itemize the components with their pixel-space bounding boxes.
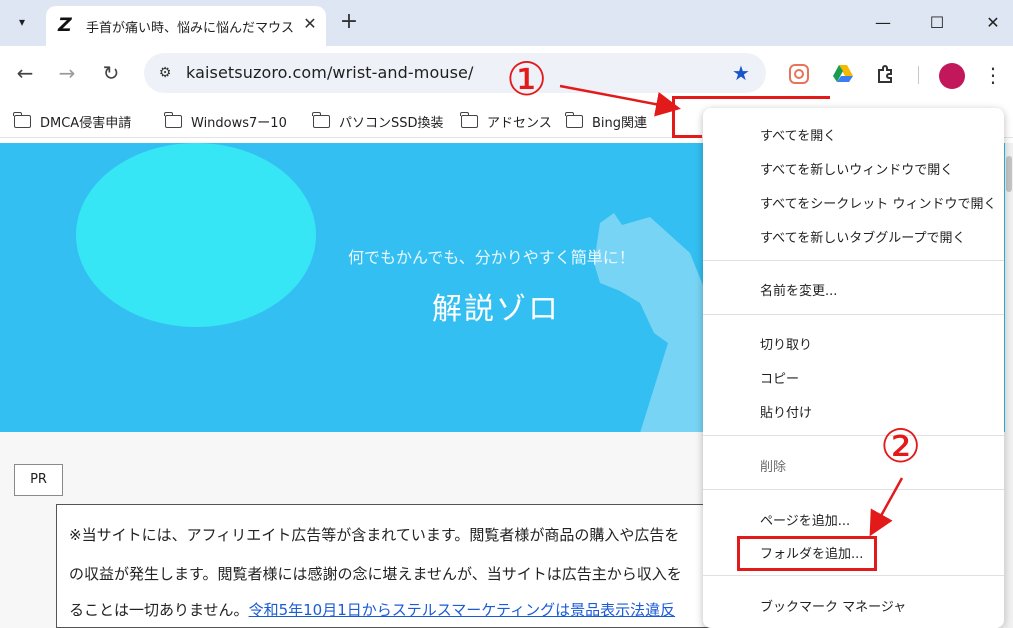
bookmark-label: アドセンス [487, 115, 552, 131]
bookmark-folder-windows[interactable]: Windows7ー10 [164, 110, 287, 132]
minimize-icon[interactable]: — [868, 10, 898, 36]
forward-arrow-icon[interactable]: → [54, 60, 80, 86]
url-text[interactable]: kaisetsuzoro.com/wrist-and-mouse/ [186, 63, 474, 82]
menu-item-open-all-tab-group[interactable]: すべてを新しいタブグループで開く [760, 227, 966, 246]
tune-icon[interactable]: ⚙ [154, 63, 176, 83]
annotation-step-1: ① [506, 52, 548, 106]
bookmark-label: Windows7ー10 [191, 115, 287, 131]
menu-item-cut[interactable]: 切り取り [760, 334, 812, 353]
bookmark-folder-ssd[interactable]: パソコンSSD換装 [312, 110, 444, 132]
menu-item-open-all-incognito[interactable]: すべてをシークレット ウィンドウで開く [760, 193, 996, 212]
decorative-circle [76, 143, 316, 327]
bookmark-label: DMCA侵害申請 [40, 115, 132, 131]
folder-icon [164, 111, 182, 128]
menu-item-paste[interactable]: 貼り付け [760, 402, 812, 421]
affiliate-notice: ※当サイトには、アフィリエイト広告等が含まれています。閲覧者様が商品の購入や広告… [56, 504, 756, 628]
star-icon[interactable]: ★ [728, 60, 754, 86]
tab-active[interactable]: Z 手首が痛い時、悩みに悩んだマウス ✕ [46, 6, 326, 46]
scrollbar-thumb[interactable] [1006, 156, 1012, 192]
back-arrow-icon[interactable]: ← [12, 60, 38, 86]
folder-icon [460, 111, 478, 128]
folder-icon [13, 111, 31, 128]
horse-illustration [594, 213, 720, 432]
menu-separator [703, 260, 1004, 261]
menu-item-open-all[interactable]: すべてを開く [760, 125, 836, 144]
annotation-highlight-box [672, 96, 702, 138]
reload-icon[interactable]: ↻ [98, 60, 124, 86]
site-favicon: Z [58, 14, 72, 36]
chevron-down-icon[interactable]: ▾ [8, 8, 36, 36]
annotation-highlight-box [737, 536, 877, 571]
bookmark-label: Bing関連 [592, 115, 648, 131]
window-close-icon[interactable]: ✕ [978, 10, 1008, 36]
plus-icon[interactable]: + [336, 9, 362, 35]
toolbar-divider [918, 66, 919, 84]
menu-item-bookmark-manager[interactable]: ブックマーク マネージャ [760, 596, 906, 615]
bookmark-folder-adsense[interactable]: アドセンス [460, 110, 552, 132]
google-drive-icon[interactable] [831, 62, 855, 86]
tab-strip: ▾ Z 手首が痛い時、悩みに悩んだマウス ✕ + — ☐ ✕ [0, 0, 1013, 46]
menu-item-copy[interactable]: コピー [760, 368, 799, 387]
menu-separator [703, 435, 1004, 436]
address-bar[interactable]: ⚙ kaisetsuzoro.com/wrist-and-mouse/ ★ [144, 53, 766, 93]
folder-icon [312, 111, 330, 128]
annotation-highlight-top [672, 96, 830, 99]
site-tagline: 何でもかんでも、分かりやすく簡単に！ [348, 248, 635, 267]
maximize-icon[interactable]: ☐ [922, 10, 952, 36]
bookmark-label: パソコンSSD換装 [339, 115, 444, 131]
tab-title: 手首が痛い時、悩みに悩んだマウス [86, 21, 295, 36]
menu-item-add-page[interactable]: ページを追加... [760, 510, 850, 529]
extensions-puzzle-icon[interactable] [874, 62, 898, 86]
annotation-step-2: ② [880, 419, 922, 473]
menu-separator [703, 575, 1004, 576]
kebab-menu-icon[interactable]: ⋮ [982, 62, 1004, 88]
profile-avatar[interactable] [939, 63, 965, 89]
menu-item-open-all-new-window[interactable]: すべてを新しいウィンドウで開く [760, 159, 953, 178]
menu-item-rename[interactable]: 名前を変更... [760, 280, 837, 299]
page-scrollbar[interactable] [1005, 143, 1013, 628]
folder-icon [565, 111, 583, 128]
notice-line: ※当サイトには、アフィリエイト広告等が含まれています。閲覧者様が商品の購入や広告… [69, 526, 680, 544]
notice-line: ることは一切ありません。令和5年10月1日からステルスマーケティングは景品表示法… [69, 599, 675, 620]
site-name[interactable]: 解説ゾロ [432, 284, 560, 328]
notice-text: ることは一切ありません。 [69, 601, 249, 619]
instagram-extension-icon[interactable] [787, 62, 811, 86]
pr-label: PR [14, 464, 63, 496]
notice-line: の収益が発生します。閲覧者様には感謝の念に堪えませんが、当サイトは広告主から収入… [69, 565, 682, 583]
menu-separator [703, 489, 1004, 490]
menu-item-delete[interactable]: 削除 [760, 456, 786, 475]
bookmark-folder-bing[interactable]: Bing関連 [565, 110, 648, 132]
bookmark-folder-dmca[interactable]: DMCA侵害申請 [13, 110, 132, 132]
close-icon[interactable]: ✕ [300, 14, 320, 34]
stealth-marketing-link[interactable]: 令和5年10月1日からステルスマーケティングは景品表示法違反 [249, 601, 676, 619]
menu-separator [703, 314, 1004, 315]
